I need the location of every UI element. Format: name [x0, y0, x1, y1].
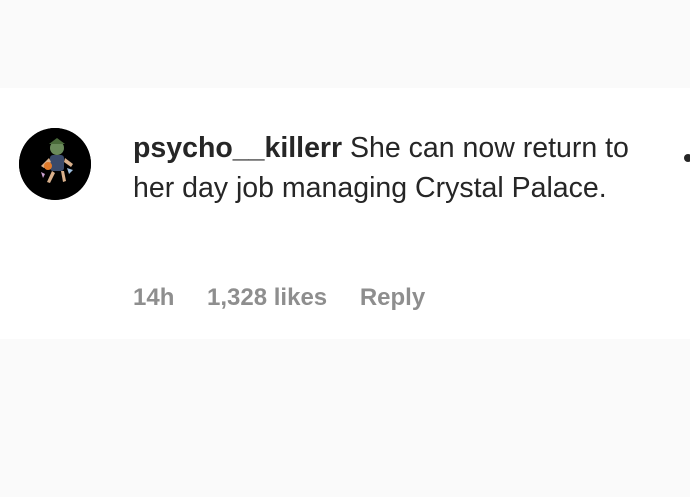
user-avatar[interactable]	[19, 128, 91, 200]
more-options-icon[interactable]	[684, 154, 690, 162]
comment-username[interactable]: psycho__killerr	[133, 132, 342, 164]
comment-text: psycho__killerr She can now return to he…	[133, 128, 653, 208]
comment-meta-row: 14h 1,328 likes Reply	[133, 284, 451, 312]
comment-timestamp[interactable]: 14h	[133, 284, 174, 311]
reply-button[interactable]: Reply	[360, 284, 425, 311]
comment-likes-count[interactable]: 1,328 likes	[207, 284, 327, 311]
page: psycho__killerr She can now return to he…	[0, 0, 690, 497]
comment-card: psycho__killerr She can now return to he…	[0, 88, 690, 339]
avatar-character-icon	[19, 128, 91, 200]
